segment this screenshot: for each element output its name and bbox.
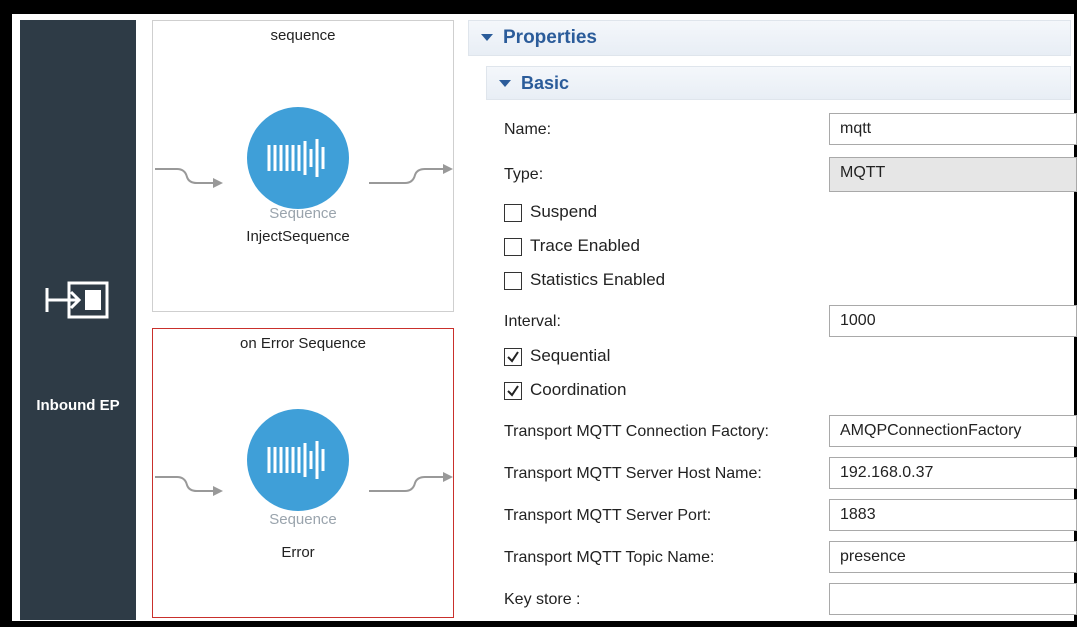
server-port-input[interactable]: 1883 bbox=[829, 499, 1077, 531]
sequence-icon bbox=[267, 441, 325, 479]
inbound-endpoint-node[interactable]: Inbound EP bbox=[20, 20, 136, 620]
error-sequence-container-title: on Error Sequence bbox=[240, 335, 366, 352]
name-label: Name: bbox=[504, 121, 552, 138]
incoming-arrow-icon bbox=[155, 476, 223, 496]
interval-label: Interval: bbox=[504, 313, 561, 330]
suspend-checkbox[interactable] bbox=[504, 204, 522, 222]
window-frame-top bbox=[0, 0, 1077, 14]
outgoing-arrow-icon bbox=[369, 472, 453, 492]
type-field: MQTT bbox=[829, 157, 1077, 192]
sequence-name-label: InjectSequence bbox=[246, 228, 350, 245]
sequence-container-title: sequence bbox=[270, 27, 336, 44]
collapse-triangle-icon[interactable] bbox=[499, 80, 511, 87]
properties-title: Properties bbox=[503, 27, 597, 48]
sequence-type-label: Sequence bbox=[269, 205, 337, 222]
properties-section-header[interactable]: Properties bbox=[468, 20, 1071, 56]
coordination-label: Coordination bbox=[530, 380, 627, 399]
basic-title: Basic bbox=[521, 73, 570, 93]
key-store-input[interactable] bbox=[829, 583, 1077, 615]
server-host-label: Transport MQTT Server Host Name: bbox=[504, 465, 762, 482]
sequence-container[interactable]: sequence Sequence InjectSequence bbox=[152, 20, 454, 312]
error-sequence-mediator-node[interactable] bbox=[247, 409, 349, 511]
topic-name-input[interactable]: presence bbox=[829, 541, 1077, 573]
connection-factory-input[interactable]: AMQPConnectionFactory bbox=[829, 415, 1077, 447]
interval-input[interactable]: 1000 bbox=[829, 305, 1077, 337]
sequence-mediator-node[interactable] bbox=[247, 107, 349, 209]
checkmark-icon bbox=[507, 351, 519, 363]
connection-factory-label: Transport MQTT Connection Factory: bbox=[504, 423, 769, 440]
statistics-enabled-label: Statistics Enabled bbox=[530, 270, 666, 289]
suspend-label: Suspend bbox=[530, 202, 598, 221]
sequence-icon bbox=[267, 139, 325, 177]
inbound-endpoint-icon bbox=[45, 280, 111, 320]
collapse-triangle-icon[interactable] bbox=[481, 34, 493, 41]
window-frame-bottom bbox=[0, 621, 1077, 627]
statistics-enabled-checkbox[interactable] bbox=[504, 272, 522, 290]
topic-name-label: Transport MQTT Topic Name: bbox=[504, 549, 715, 566]
window-frame-left bbox=[0, 0, 12, 627]
checkmark-icon bbox=[507, 385, 519, 397]
trace-enabled-checkbox[interactable] bbox=[504, 238, 522, 256]
incoming-arrow-icon bbox=[155, 168, 223, 188]
error-sequence-type-label: Sequence bbox=[269, 511, 337, 528]
error-sequence-name-label: Error bbox=[281, 544, 315, 561]
coordination-checkbox[interactable] bbox=[504, 382, 522, 400]
basic-section-header[interactable]: Basic bbox=[486, 66, 1071, 100]
type-label: Type: bbox=[504, 166, 544, 183]
outgoing-arrow-icon bbox=[369, 164, 453, 184]
key-store-label: Key store : bbox=[504, 591, 581, 608]
sequential-checkbox[interactable] bbox=[504, 348, 522, 366]
sequential-label: Sequential bbox=[530, 346, 611, 365]
inbound-endpoint-label: Inbound EP bbox=[36, 397, 120, 414]
error-sequence-container[interactable]: on Error Sequence Sequence Error bbox=[152, 328, 454, 618]
name-input[interactable]: mqtt bbox=[829, 113, 1077, 145]
server-host-input[interactable]: 192.168.0.37 bbox=[829, 457, 1077, 489]
server-port-label: Transport MQTT Server Port: bbox=[504, 507, 712, 524]
trace-enabled-label: Trace Enabled bbox=[530, 236, 640, 255]
